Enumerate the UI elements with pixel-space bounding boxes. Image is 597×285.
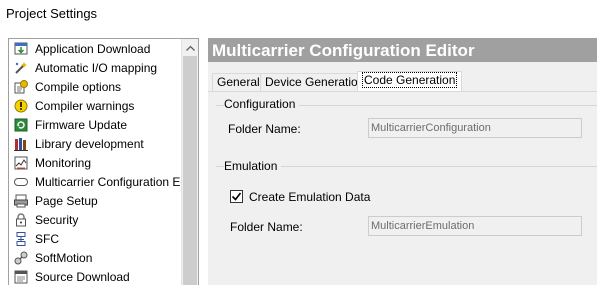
tab-label: General: [217, 75, 260, 89]
scroll-up-icon[interactable]: [182, 39, 198, 56]
sidebar-item-security[interactable]: Security: [9, 210, 183, 229]
emulation-group-title: Emulation: [224, 159, 282, 173]
io-mapping-icon: [13, 60, 29, 76]
checkmark-icon: [231, 192, 242, 201]
configuration-folder-field[interactable]: MulticarrierConfiguration: [368, 118, 582, 138]
multicarrier-icon: [13, 174, 29, 190]
library-icon: [13, 136, 29, 152]
sidebar-item-compiler-warnings[interactable]: Compiler warnings: [9, 96, 183, 115]
sidebar-item-label: Security: [35, 212, 79, 227]
sidebar-item-automatic-io-mapping[interactable]: Automatic I/O mapping: [9, 58, 183, 77]
warning-icon: [13, 98, 29, 114]
sidebar-item-label: Compiler warnings: [35, 98, 135, 113]
sidebar-item-application-download[interactable]: Application Download: [9, 39, 183, 58]
page-setup-icon: [13, 193, 29, 209]
sidebar-item-label: Page Setup: [35, 193, 98, 208]
sidebar-item-page-setup[interactable]: Page Setup: [9, 191, 183, 210]
sidebar-item-label: Application Download: [35, 41, 151, 56]
emulation-folder-field[interactable]: MulticarrierEmulation: [368, 216, 582, 236]
sidebar-item-multicarrier-configuration-editor[interactable]: Multicarrier Configuration Editor: [9, 172, 183, 191]
tab-general[interactable]: General: [212, 73, 265, 91]
sidebar-item-sfc[interactable]: SFC: [9, 229, 183, 248]
sidebar-item-compile-options[interactable]: Compile options: [9, 77, 183, 96]
emulation-folder-label: Folder Name:: [230, 220, 303, 234]
sidebar-item-label: Source Download: [35, 269, 130, 284]
source-download-icon: [13, 269, 29, 285]
code-generation-tab-content: Configuration Folder Name: MulticarrierC…: [208, 91, 597, 285]
create-emulation-data-label[interactable]: Create Emulation Data: [249, 190, 370, 204]
softmotion-icon: [13, 250, 29, 266]
sidebar-item-softmotion[interactable]: SoftMotion: [9, 248, 183, 267]
sidebar-item-source-download[interactable]: Source Download: [9, 267, 183, 285]
editor-panel: Multicarrier Configuration Editor Genera…: [208, 38, 597, 285]
editor-tabs: General Device Generation Code Generatio…: [208, 71, 597, 91]
firmware-icon: [13, 117, 29, 133]
tab-device-generation[interactable]: Device Generation: [260, 73, 370, 91]
sfc-icon: [13, 231, 29, 247]
sidebar-item-label: Library development: [35, 136, 144, 151]
tab-label: Device Generation: [265, 75, 365, 89]
sidebar-item-monitoring[interactable]: Monitoring: [9, 153, 183, 172]
sidebar-item-firmware-update[interactable]: Firmware Update: [9, 115, 183, 134]
lock-icon: [13, 212, 29, 228]
sidebar-item-library-development[interactable]: Library development: [9, 134, 183, 153]
sidebar-item-label: Compile options: [35, 79, 122, 94]
sidebar-item-label: SFC: [35, 231, 59, 246]
sidebar-item-label: Monitoring: [35, 155, 92, 170]
sidebar-scrollbar[interactable]: [181, 39, 198, 285]
configuration-group-title: Configuration: [224, 97, 300, 111]
sidebar-item-label: Automatic I/O mapping: [35, 60, 158, 75]
scrollbar-thumb[interactable]: [183, 56, 197, 285]
create-emulation-data-checkbox[interactable]: [230, 190, 243, 203]
sidebar-item-label: SoftMotion: [35, 250, 93, 265]
configuration-folder-label: Folder Name:: [228, 122, 301, 136]
monitoring-icon: [13, 155, 29, 171]
window-title: Project Settings: [6, 6, 98, 21]
editor-title: Multicarrier Configuration Editor: [208, 38, 597, 62]
sidebar-item-label: Firmware Update: [35, 117, 128, 132]
tab-label: Code Generation: [362, 72, 458, 88]
compile-options-icon: [13, 79, 29, 95]
tab-code-generation[interactable]: Code Generation: [357, 71, 463, 91]
download-icon: [13, 41, 29, 57]
settings-category-list[interactable]: Application Download Automatic I/O mappi…: [8, 38, 199, 285]
sidebar-item-label: Multicarrier Configuration Editor: [35, 174, 183, 189]
